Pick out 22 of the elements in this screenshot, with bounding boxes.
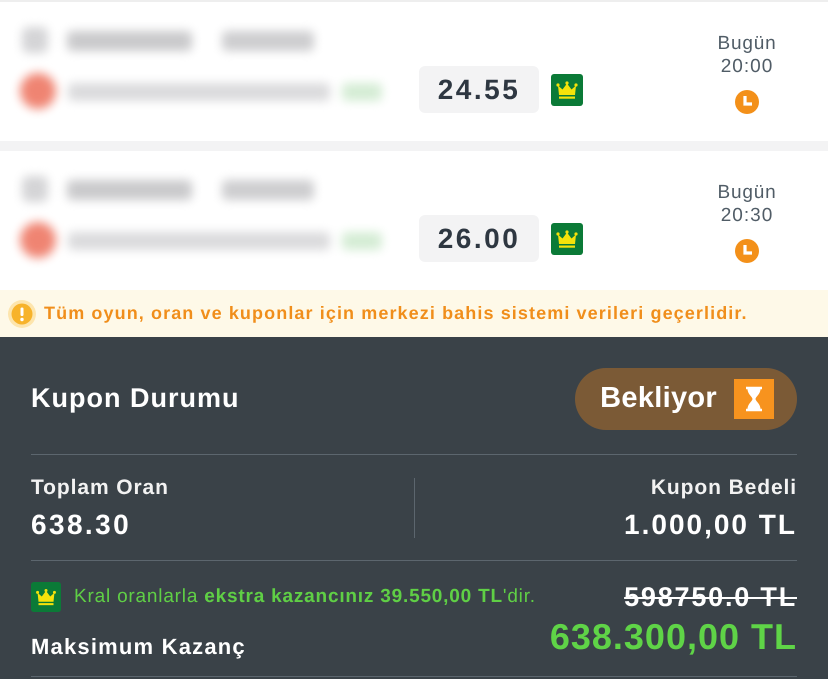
match-day: Bugün (718, 181, 776, 204)
odds-value[interactable]: 26.00 (419, 215, 539, 262)
match-time: 20:30 (720, 204, 774, 227)
match-time: 20:00 (720, 55, 774, 78)
coupon-title: Kupon Durumu (31, 382, 240, 416)
total-odds-value: 638.30 (31, 508, 132, 540)
max-win-value: 638.300,00 TL (550, 618, 797, 656)
clock-icon (735, 239, 759, 263)
old-max-win: 598750.0 TL (624, 581, 797, 613)
status-label: Bekliyor (600, 380, 717, 416)
clock-icon (735, 90, 759, 114)
stake-label: Kupon Bedeli (650, 474, 797, 500)
hourglass-icon (734, 378, 774, 418)
total-odds-label: Toplam Oran (31, 474, 169, 500)
crown-icon (31, 582, 61, 612)
odds-value[interactable]: 24.55 (419, 66, 539, 113)
bonus-note: Kral oranlarla ekstra kazancınız 39.550,00 TL'dir. (74, 584, 536, 609)
max-win-label: Maksimum Kazanç (31, 634, 246, 660)
notice-text: Tüm oyun, oran ve kuponlar için merkezi bahis sistemi verileri geçerlidir. (44, 302, 748, 325)
warning-icon (8, 300, 36, 328)
match-day: Bugün (718, 32, 776, 55)
stake-value: 1.000,00 TL (624, 508, 797, 540)
